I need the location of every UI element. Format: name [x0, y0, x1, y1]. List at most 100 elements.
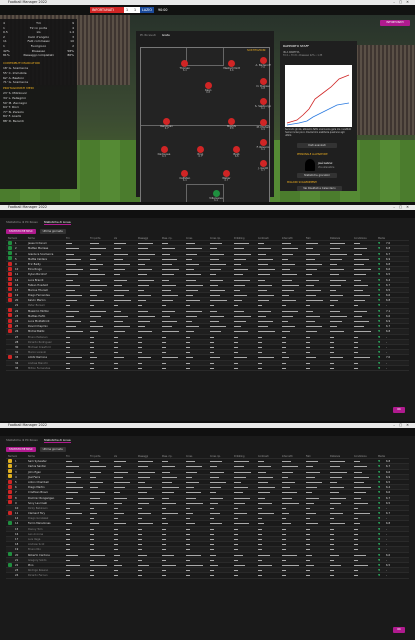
stat-bar: [90, 476, 96, 478]
stat-bar: [162, 274, 174, 276]
stat-bar: [306, 518, 310, 520]
stat-bar: [306, 357, 316, 359]
player-rating: 6.6: [234, 155, 239, 158]
stat-bar: [186, 352, 190, 354]
stat-bar: [162, 471, 170, 473]
player-marker[interactable]: Mayshi 6.8: [219, 118, 245, 131]
sub-marker[interactable]: D. Bugiasi 6.6: [250, 77, 276, 91]
stat-bar: [234, 518, 238, 520]
stat-bar: [138, 362, 142, 364]
player-name[interactable]: Ricardo Fernen: [28, 573, 47, 578]
player-marker[interactable]: Ring 6.7: [187, 146, 213, 159]
player-marker[interactable]: Dedoussa 6.3: [151, 146, 177, 159]
pitch-tab[interactable]: Grata: [162, 33, 170, 37]
filter-dropdown[interactable]: Ultima giornata: [39, 447, 66, 452]
stat-bar: [186, 539, 190, 540]
stat-bar: [210, 315, 224, 317]
stat-bar: [138, 310, 148, 312]
stat-bar: [330, 466, 340, 468]
injured-button[interactable]: INFORTUNATI: [380, 20, 410, 26]
sub-marker[interactable]: S. Salzburgo 6.2: [250, 98, 276, 111]
stat-bar: [258, 346, 262, 348]
table-row[interactable]: 35 Milton Fernandes - ♥: [6, 366, 409, 371]
player-marker[interactable]: Bapt. 6.6: [224, 146, 250, 159]
stat-bar: [234, 258, 246, 260]
shirt-icon: [8, 474, 12, 479]
stat-bar: [90, 253, 101, 255]
player-marker[interactable]: Mestschmidt 6.6: [219, 60, 245, 73]
stat-bar: [330, 305, 334, 307]
suggestions-heading: MIGLIORI SUGGERIMENTI: [287, 181, 318, 184]
stat-bar: [162, 341, 166, 343]
player-marker[interactable]: Thorsen 6.4: [172, 60, 198, 73]
player-marker[interactable]: Calfeten 6.4: [172, 170, 198, 183]
stat-bar: [114, 341, 118, 343]
player-shirt-icon: [233, 146, 241, 153]
stat-bar: [66, 269, 83, 271]
tab[interactable]: Statistiche di PC Rosso: [6, 438, 38, 443]
stat-bar: [90, 528, 94, 530]
ok-button[interactable]: OK: [393, 407, 405, 413]
stat-bar: [282, 528, 286, 530]
player-marker[interactable]: Kaan 6.8: [195, 82, 221, 95]
player-rating: 7.0: [261, 66, 265, 69]
stat-bar: [330, 533, 334, 535]
stat-bar: [66, 554, 78, 556]
player-marker[interactable]: Weber 6.7: [213, 170, 239, 183]
stat-bar: [210, 336, 214, 338]
shirt-icon: [8, 245, 12, 250]
stat-bar: [138, 513, 151, 515]
stat-bar: [306, 502, 314, 504]
tab[interactable]: Statistiche di Linea: [43, 438, 71, 443]
stat-bar: [282, 305, 286, 307]
player-stats-button[interactable]: Statistiche giocatori: [297, 173, 337, 178]
stat-bar: [234, 523, 249, 525]
stat-bar: [354, 263, 364, 265]
player-marker[interactable]: Villanueva 6.4: [203, 190, 229, 202]
stat-bar: [282, 346, 286, 348]
shirt-icon: [8, 479, 12, 484]
filter-label[interactable]: STATISTICHE MISC: [6, 229, 36, 234]
pitch-tab[interactable]: Pt. Ricevuti: [140, 33, 156, 37]
stat-bar: [114, 487, 125, 489]
stat-bar: [282, 513, 289, 515]
table-row[interactable]: 24 Ricardo Fernen - ♥: [6, 573, 409, 579]
stat-bar: [66, 289, 75, 291]
stat-bar: [114, 476, 123, 478]
player-number: 24: [15, 574, 19, 578]
stat-bar: [330, 362, 334, 364]
stat-bar: [186, 544, 190, 546]
stat-bar: [306, 533, 310, 535]
sub-marker[interactable]: F. Ravarro 6.4: [250, 139, 276, 152]
player-marker[interactable]: Renzoyan 6.7: [154, 118, 180, 131]
shirt-icon: [8, 495, 12, 500]
stat-bar: [90, 507, 94, 509]
sub-marker[interactable]: J. Gentil 6.7: [250, 159, 276, 173]
ok-button[interactable]: OK: [393, 627, 405, 633]
filter-label[interactable]: STATISTICHE MISC: [6, 447, 36, 452]
stat-bar: [162, 559, 166, 561]
stat-bar: [162, 295, 178, 297]
stat-bar: [186, 269, 194, 271]
filter-dropdown[interactable]: Ultima giornata: [39, 229, 66, 234]
tab[interactable]: Statistiche di Linea: [43, 220, 71, 225]
stat-bar: [354, 336, 358, 338]
stat-bar: [66, 336, 70, 338]
stat-bar: [354, 258, 369, 260]
player-name[interactable]: Milton Fernandes: [28, 366, 50, 371]
stat-bar: [90, 295, 97, 297]
stat-bar: [210, 367, 214, 369]
stat-bar: [330, 269, 344, 271]
sub-marker[interactable]: M. Mortell 6.9: [250, 118, 276, 132]
stat-bar: [282, 367, 286, 369]
sub-marker[interactable]: A. Badenoff 7.0: [250, 57, 276, 70]
stat-bar: [234, 492, 243, 494]
stat-bar: [186, 326, 199, 328]
shirt-icon: [8, 277, 12, 282]
advanced-data-button[interactable]: Dati avanzati: [297, 143, 337, 148]
tab[interactable]: Statistiche di PC Rosso: [6, 220, 38, 225]
continue-button[interactable]: Vai Risultati e Calendario: [297, 186, 342, 191]
stat-bar: [234, 269, 248, 271]
stat-bar: [138, 487, 152, 489]
subs-heading: SOSTITUZIONI: [247, 49, 266, 52]
